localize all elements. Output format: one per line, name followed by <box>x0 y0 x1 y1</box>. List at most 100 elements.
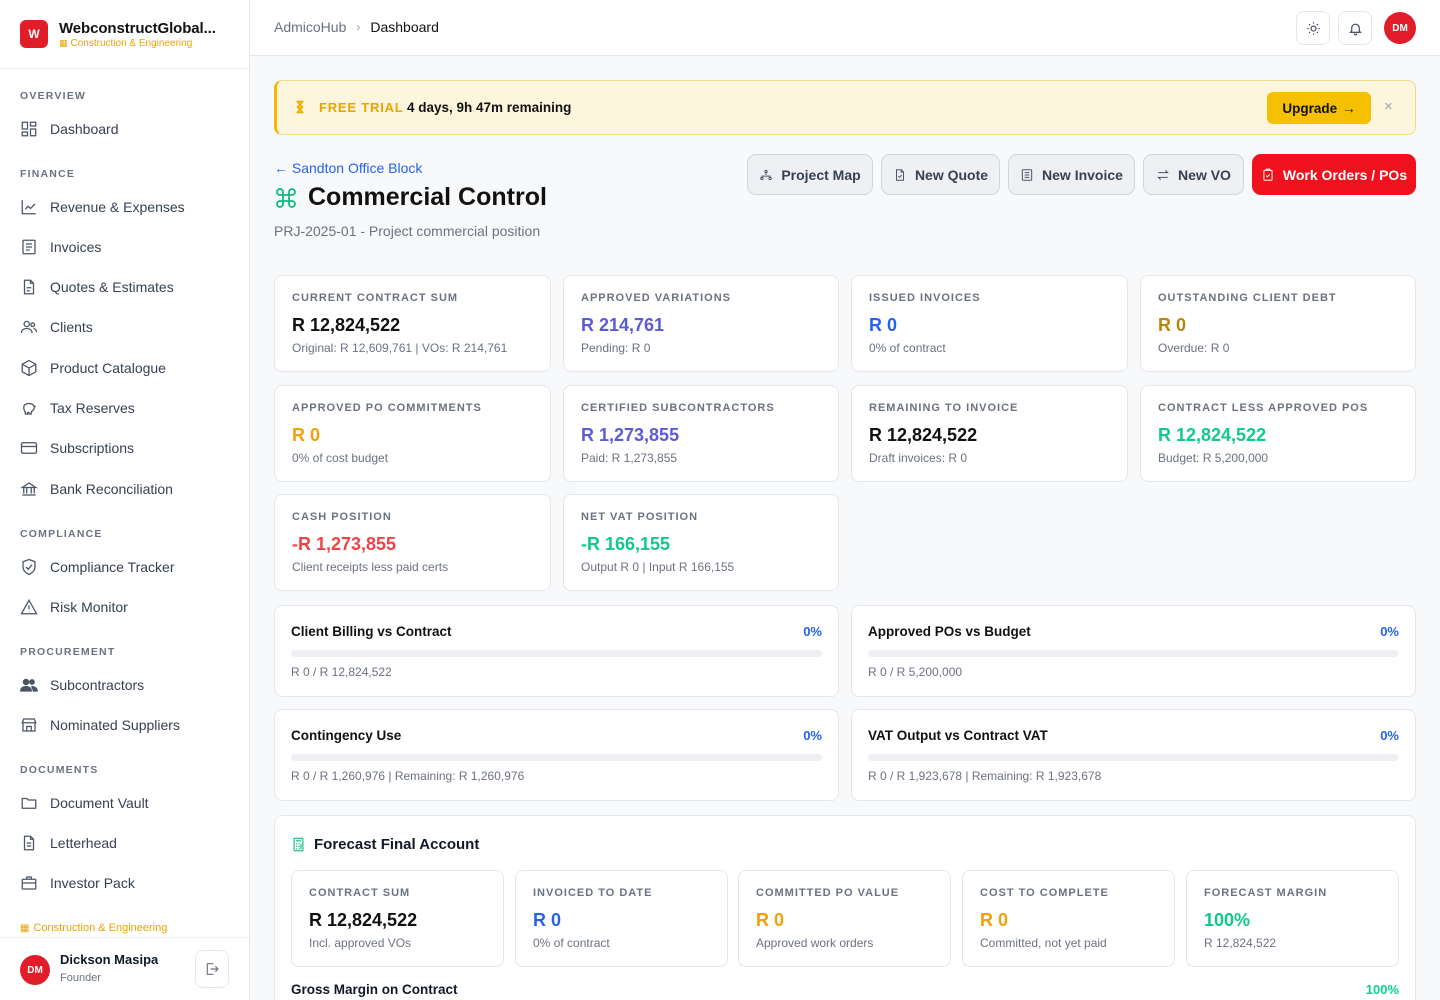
kpi-label: OUTSTANDING CLIENT DEBT <box>1158 292 1337 304</box>
kpi-card-cash-position: CASH POSITION -R 1,273,855 Client receip… <box>274 494 551 591</box>
kpi-label: APPROVED PO COMMITMENTS <box>292 402 482 414</box>
invoice-icon <box>22 239 36 255</box>
brand-name: WebconstructGlobal... <box>59 19 216 37</box>
sidebar-item-label: Subscriptions <box>50 440 135 456</box>
brand[interactable]: W WebconstructGlobal... ▦ Construction & … <box>0 0 249 69</box>
kpi-label: ISSUED INVOICES <box>869 292 981 304</box>
kpi-label: CERTIFIED SUBCONTRACTORS <box>581 402 775 414</box>
new-vo-label: New VO <box>1178 166 1231 183</box>
avatar[interactable]: DM <box>20 955 50 985</box>
project-map-button[interactable]: Project Map <box>747 154 873 195</box>
sidebar-item-quotes-estimates[interactable]: Quotes & Estimates <box>20 278 174 296</box>
sidebar-item-revenue-expenses[interactable]: Revenue & Expenses <box>20 198 185 216</box>
building-icon: ▦ <box>20 922 30 934</box>
sidebar-item-product-catalogue[interactable]: Product Catalogue <box>20 359 166 377</box>
kpi-value: R 12,824,522 <box>292 315 401 335</box>
sidebar-item-label: Investor Pack <box>50 875 135 891</box>
industry-tag: ▦ Construction & Engineering <box>20 922 167 934</box>
page-title-text: Commercial Control <box>308 183 547 211</box>
folder-icon <box>21 797 37 809</box>
nav-section-compliance: COMPLIANCE <box>20 528 103 540</box>
breadcrumb-current: Dashboard <box>370 19 439 35</box>
sidebar-item-nominated-suppliers[interactable]: Nominated Suppliers <box>20 716 180 734</box>
kpi-sub: Client receipts less paid certs <box>292 560 449 574</box>
briefcase-icon <box>21 876 37 890</box>
progress-note: R 0 / R 5,200,000 <box>868 665 963 679</box>
kpi-label: NET VAT POSITION <box>581 511 699 523</box>
close-icon[interactable]: × <box>1384 98 1393 115</box>
kpi-label: CASH POSITION <box>292 511 392 523</box>
sidebar-item-invoices[interactable]: Invoices <box>20 238 101 256</box>
nav-section-overview: OVERVIEW <box>20 90 87 102</box>
sidebar-item-letterhead[interactable]: Letterhead <box>20 834 117 852</box>
shield-check-icon <box>22 558 36 576</box>
sidebar-item-label: Product Catalogue <box>50 360 166 376</box>
sidebar-item-label: Bank Reconciliation <box>50 481 173 497</box>
new-quote-button[interactable]: New Quote <box>881 154 1000 195</box>
sidebar-item-subscriptions[interactable]: Subscriptions <box>20 439 134 457</box>
kpi-sub: Pending: R 0 <box>581 341 651 355</box>
kpi-sub: Paid: R 1,273,855 <box>581 451 678 465</box>
page-subtitle: PRJ-2025-01 - Project commercial positio… <box>274 223 541 239</box>
work-orders-button[interactable]: Work Orders / POs <box>1252 154 1416 195</box>
sidebar-item-risk-monitor[interactable]: Risk Monitor <box>20 598 128 616</box>
kpi-sub: Draft invoices: R 0 <box>869 451 968 465</box>
clipboard-icon <box>1263 168 1273 181</box>
sidebar-item-subcontractors[interactable]: Subcontractors <box>20 676 144 694</box>
kpi-card-po-commitments: APPROVED PO COMMITMENTS R 0 0% of cost b… <box>274 385 551 482</box>
kpi-label: CONTRACT LESS APPROVED POS <box>1158 402 1369 414</box>
gross-margin-percent: 100% <box>1365 982 1399 997</box>
calculator-icon <box>293 837 304 852</box>
forecast-label: INVOICED TO DATE <box>533 887 653 899</box>
sidebar-item-dashboard[interactable]: Dashboard <box>20 120 119 138</box>
kpi-card-outstanding-debt: OUTSTANDING CLIENT DEBT R 0 Overdue: R 0 <box>1140 275 1416 372</box>
theme-toggle-button[interactable] <box>1296 11 1330 45</box>
kpi-sub: 0% of cost budget <box>292 451 389 465</box>
progress-track <box>868 754 1399 761</box>
sidebar-item-label: Subcontractors <box>50 677 145 693</box>
kpi-sub: 0% of contract <box>869 341 946 355</box>
nav-section-procurement: PROCUREMENT <box>20 646 116 658</box>
work-orders-label: Work Orders / POs <box>1282 166 1408 183</box>
sidebar-item-bank-reconciliation[interactable]: Bank Reconciliation <box>20 480 173 498</box>
sidebar-item-label: Revenue & Expenses <box>50 199 185 215</box>
new-invoice-button[interactable]: New Invoice <box>1008 154 1135 195</box>
new-invoice-label: New Invoice <box>1042 166 1123 183</box>
avatar[interactable]: DM <box>1384 12 1416 44</box>
page-title: Commercial Control <box>274 183 547 212</box>
kpi-value: R 0 <box>1158 315 1187 335</box>
forecast-label: FORECAST MARGIN <box>1204 887 1328 899</box>
notifications-button[interactable] <box>1338 11 1372 45</box>
kpi-card-contract-sum: CURRENT CONTRACT SUM R 12,824,522 Origin… <box>274 275 551 372</box>
sidebar-item-tax-reserves[interactable]: Tax Reserves <box>20 399 135 417</box>
progress-track <box>291 754 822 761</box>
gross-margin-label: Gross Margin on Contract <box>291 982 458 997</box>
kpi-value: R 12,824,522 <box>869 425 978 445</box>
progress-percent: 0% <box>1380 624 1399 639</box>
industry-tag-label: Construction & Engineering <box>33 922 168 934</box>
breadcrumb-root[interactable]: AdmicoHub <box>274 19 346 35</box>
kpi-card-net-vat: NET VAT POSITION -R 166,155 Output R 0 |… <box>563 494 839 591</box>
sidebar-item-investor-pack[interactable]: Investor Pack <box>20 874 135 892</box>
forecast-label: COST TO COMPLETE <box>980 887 1109 899</box>
back-link[interactable]: ← Sandton Office Block <box>274 160 422 176</box>
forecast-value: R 0 <box>533 910 562 930</box>
new-vo-button[interactable]: New VO <box>1143 154 1244 195</box>
kpi-value: R 214,761 <box>581 315 665 335</box>
progress-note: R 0 / R 1,923,678 | Remaining: R 1,923,6… <box>868 769 1102 783</box>
logout-button[interactable] <box>195 950 229 988</box>
arrow-left-icon: ← <box>274 160 292 176</box>
command-icon <box>276 187 296 208</box>
progress-title: Approved POs vs Budget <box>868 624 1031 639</box>
sidebar-item-document-vault[interactable]: Document Vault <box>20 794 149 812</box>
forecast-sub: R 12,824,522 <box>1204 936 1277 950</box>
upgrade-button[interactable]: Upgrade → <box>1267 92 1371 124</box>
quote-icon <box>895 168 904 181</box>
sidebar-item-clients[interactable]: Clients <box>20 318 93 336</box>
forecast-card-cost-to-complete: COST TO COMPLETE R 0 Committed, not yet … <box>962 870 1175 967</box>
sidebar-item-label: Document Vault <box>50 795 149 811</box>
forecast-title: Forecast Final Account <box>291 836 479 853</box>
chart-line-icon <box>21 200 36 215</box>
sidebar-item-compliance-tracker[interactable]: Compliance Tracker <box>20 558 175 576</box>
brand-subtitle: Construction & Engineering <box>70 37 193 49</box>
